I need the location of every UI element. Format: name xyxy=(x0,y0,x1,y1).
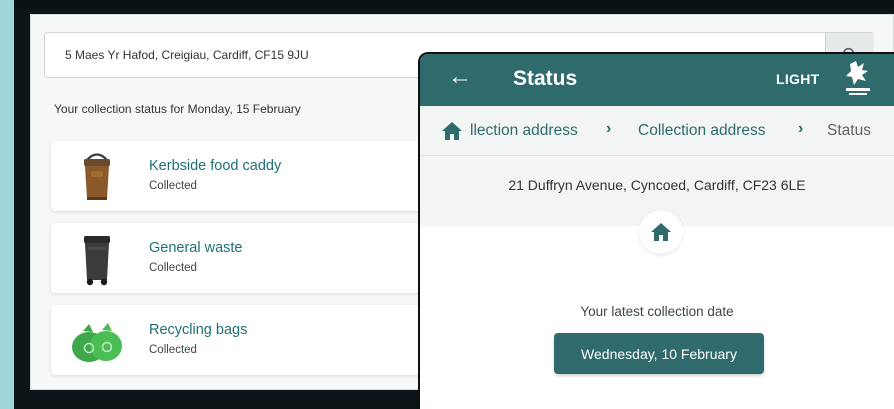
background-edge xyxy=(0,0,14,409)
collection-card-recycling[interactable]: Recycling bags Collected xyxy=(51,305,471,375)
latest-collection-label: Your latest collection date xyxy=(580,304,734,319)
arrow-left-icon[interactable]: ← xyxy=(448,63,472,91)
breadcrumb-item[interactable]: llection address xyxy=(470,122,578,140)
collection-card-general-waste[interactable]: General waste Collected xyxy=(51,223,471,293)
collection-card-food-caddy[interactable]: Kerbside food caddy Collected xyxy=(51,141,471,211)
collection-status-heading: Your collection status for Monday, 15 Fe… xyxy=(54,102,301,116)
wheelie-bin-icon xyxy=(84,236,110,286)
item-title[interactable]: Kerbside food caddy xyxy=(149,158,281,174)
home-icon[interactable] xyxy=(441,121,463,141)
chevron-right-icon: › xyxy=(606,120,612,137)
recycling-bags-icon xyxy=(72,323,122,362)
mobile-status-screen: ← Status LIGHT llection address › Collec… xyxy=(420,54,894,409)
chevron-right-icon: › xyxy=(798,120,804,137)
food-caddy-icon xyxy=(84,153,110,200)
theme-toggle[interactable]: LIGHT xyxy=(776,71,820,87)
address-input-value[interactable]: 5 Maes Yr Hafod, Creigiau, Cardiff, CF15… xyxy=(65,48,309,62)
app-bar: ← Status LIGHT xyxy=(420,54,894,106)
breadcrumb: llection address › Collection address › … xyxy=(420,106,894,156)
breadcrumb-current: Status xyxy=(827,122,871,139)
item-title[interactable]: Recycling bags xyxy=(149,322,247,338)
page-title: Status xyxy=(513,67,578,90)
background-top xyxy=(14,0,894,8)
home-icon xyxy=(651,223,671,241)
cardiff-council-logo xyxy=(846,61,870,95)
latest-collection-date-button[interactable]: Wednesday, 10 February xyxy=(554,333,764,374)
selected-address: 21 Duffryn Avenue, Cyncoed, Cardiff, CF2… xyxy=(508,177,806,193)
item-title[interactable]: General waste xyxy=(149,240,243,256)
breadcrumb-item[interactable]: Collection address xyxy=(638,122,766,140)
item-status: Collected xyxy=(149,180,197,192)
home-badge xyxy=(639,210,683,254)
item-status: Collected xyxy=(149,262,197,274)
item-status: Collected xyxy=(149,344,197,356)
